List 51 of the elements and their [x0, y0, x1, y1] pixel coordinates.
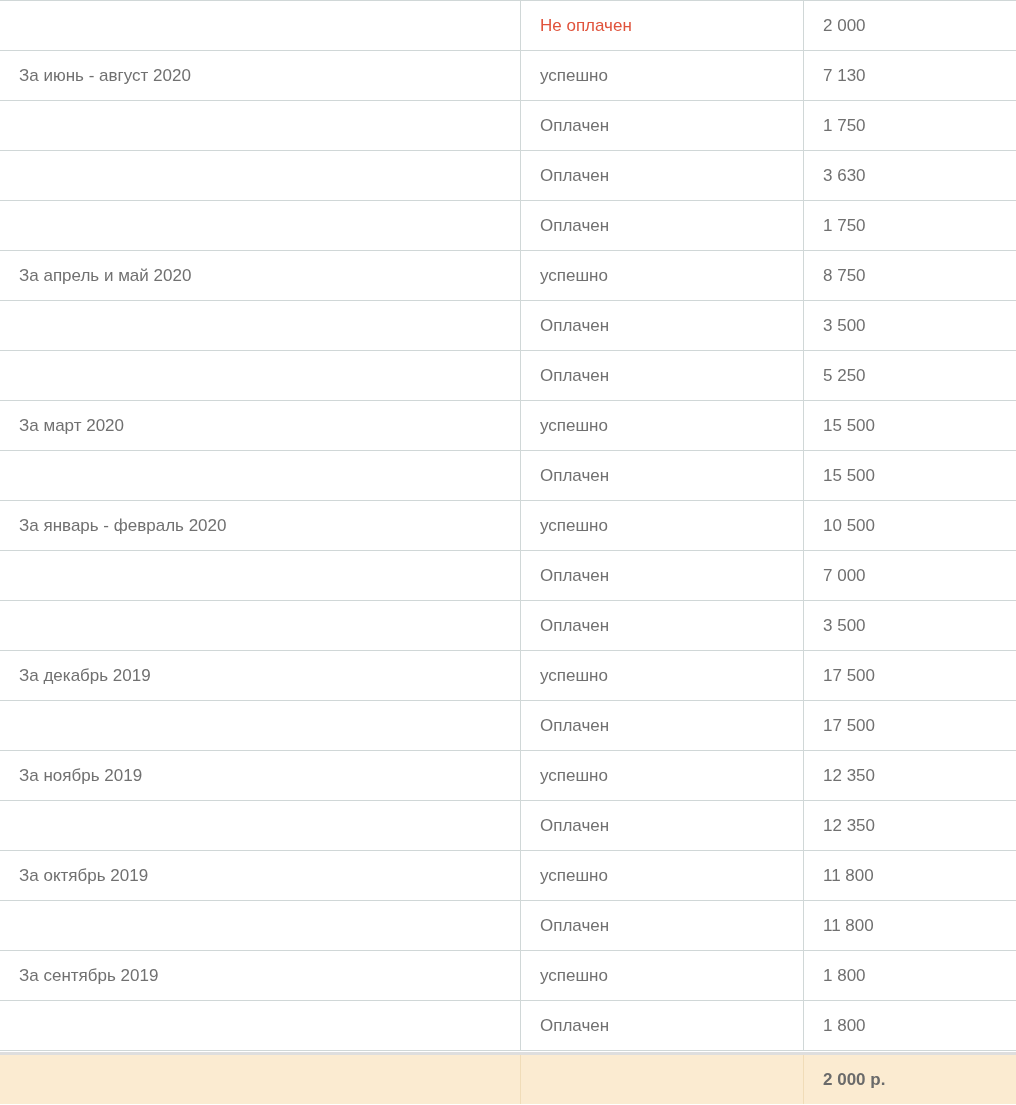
table-cell-text: 5 250: [823, 364, 866, 387]
table-cell-text: За апрель и май 2020: [19, 264, 192, 287]
status-text: Оплачен: [540, 814, 610, 837]
status-text: Не оплачен: [540, 14, 632, 37]
table-cell-text: За декабрь 2019: [19, 664, 151, 687]
table-cell-text: 10 500: [823, 514, 875, 537]
status-text: Оплачен: [540, 164, 610, 187]
table-cell-text: За ноябрь 2019: [19, 764, 143, 787]
status-text: Оплачен: [540, 364, 610, 387]
status-text: успешно: [540, 964, 608, 987]
table-cell-text: За январь - февраль 2020: [19, 514, 227, 537]
status-text: Оплачен: [540, 614, 610, 637]
table-cell-text: 12 350: [823, 764, 875, 787]
status-text: успешно: [540, 514, 608, 537]
status-text: успешно: [540, 64, 608, 87]
table-cell-text: За март 2020: [19, 414, 124, 437]
table-cell-text: 11 800: [823, 864, 874, 887]
table-cell-text: 17 500: [823, 714, 875, 737]
table-cell-text: 1 800: [823, 1014, 866, 1037]
table-cell-text: 2 000: [823, 14, 866, 37]
status-text: Оплачен: [540, 714, 610, 737]
status-text: Оплачен: [540, 214, 610, 237]
status-text: успешно: [540, 414, 608, 437]
table-cell-text: 7 000: [823, 564, 866, 587]
status-text: Оплачен: [540, 314, 610, 337]
status-text: Оплачен: [540, 564, 610, 587]
status-text: Оплачен: [540, 114, 610, 137]
table-cell-text: 1 800: [823, 964, 866, 987]
table-cell-text: 17 500: [823, 664, 875, 687]
table-cell-text: За октябрь 2019: [19, 864, 149, 887]
table-cell-text: За июнь - август 2020: [19, 64, 191, 87]
table-cell-text: 1 750: [823, 114, 866, 137]
table-cell-text: 8 750: [823, 264, 866, 287]
total-amount: 2 000 р.: [823, 1068, 886, 1091]
table-cell-text: 11 800: [823, 914, 874, 937]
status-text: Оплачен: [540, 1014, 610, 1037]
table-cell-text: 3 500: [823, 314, 866, 337]
status-text: Оплачен: [540, 464, 610, 487]
table-cell-text: 3 630: [823, 164, 866, 187]
status-text: успешно: [540, 264, 608, 287]
table-cell-text: 7 130: [823, 64, 866, 87]
table-cell-text: 15 500: [823, 464, 875, 487]
table-cell-text: 1 750: [823, 214, 866, 237]
table-cell-text: 12 350: [823, 814, 875, 837]
status-text: Оплачен: [540, 914, 610, 937]
table-cell-text: 15 500: [823, 414, 875, 437]
table-cell-text: 3 500: [823, 614, 866, 637]
status-text: успешно: [540, 764, 608, 787]
status-text: успешно: [540, 664, 608, 687]
table-cell-text: За сентябрь 2019: [19, 964, 159, 987]
status-text: успешно: [540, 864, 608, 887]
